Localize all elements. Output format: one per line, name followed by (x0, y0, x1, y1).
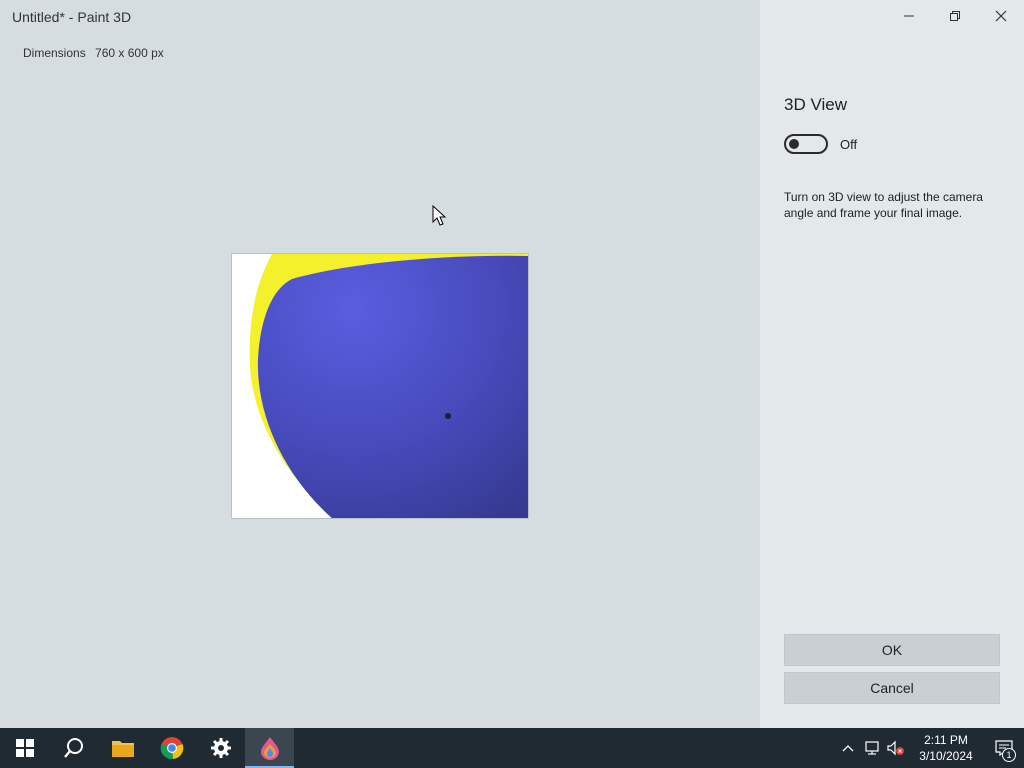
canvas-artwork (232, 254, 528, 518)
chevron-up-icon (842, 745, 854, 752)
dimensions-readout: Dimensions 760 x 600 px (23, 46, 164, 60)
blue-sphere (257, 255, 528, 518)
3d-view-toggle-row: Off (784, 134, 857, 154)
3d-view-toggle[interactable] (784, 134, 828, 154)
cancel-button[interactable]: Cancel (784, 672, 1000, 704)
settings-button[interactable] (196, 728, 245, 768)
window-controls (886, 0, 1024, 32)
app-title: Untitled* - Paint 3D (12, 9, 132, 25)
workspace[interactable]: Untitled* - Paint 3D Dimensions 760 x 60… (0, 0, 760, 728)
panel-title: 3D View (784, 95, 847, 114)
drawing-canvas[interactable] (231, 253, 529, 519)
system-tray: 2:11 PM 3/10/2024 1 (836, 728, 1024, 768)
notification-count-badge: 1 (1002, 748, 1016, 762)
toggle-state-label: Off (840, 136, 858, 152)
file-explorer-icon (111, 741, 134, 757)
paint3d-button[interactable] (245, 728, 294, 768)
file-explorer-button[interactable] (98, 728, 147, 768)
mouse-cursor-icon (432, 205, 447, 226)
settings-icon (210, 738, 231, 758)
clock-time: 2:11 PM (924, 733, 968, 747)
start-button[interactable] (0, 728, 49, 768)
paint3d-icon (260, 737, 279, 760)
chrome-button[interactable] (147, 728, 196, 768)
action-center-button[interactable]: 1 (984, 728, 1024, 768)
taskbar-clock[interactable]: 2:11 PM 3/10/2024 (908, 732, 984, 764)
panel-description: Turn on 3D view to adjust the camera ang… (784, 190, 983, 220)
start-icon (15, 739, 34, 757)
search-icon (63, 738, 83, 758)
network-button[interactable] (860, 728, 884, 768)
clock-date: 3/10/2024 (919, 749, 973, 763)
sphere-dot (445, 413, 451, 419)
volume-muted-icon (887, 740, 904, 756)
minimize-icon (904, 15, 914, 17)
chrome-icon (160, 737, 183, 760)
close-button[interactable] (978, 0, 1024, 32)
close-icon (995, 10, 1007, 22)
show-hidden-icons-button[interactable] (836, 728, 860, 768)
minimize-button[interactable] (886, 0, 932, 32)
side-panel: 3D View Off Turn on 3D view to adjust th… (760, 0, 1024, 728)
restore-icon (950, 11, 960, 21)
volume-button[interactable] (884, 728, 908, 768)
network-icon (865, 741, 879, 755)
taskbar: 2:11 PM 3/10/2024 1 (0, 728, 1024, 768)
dimensions-value: 760 x 600 px (95, 46, 164, 60)
dimensions-label: Dimensions (23, 46, 86, 60)
search-button[interactable] (49, 728, 98, 768)
ok-button[interactable]: OK (784, 634, 1000, 666)
toggle-knob (789, 139, 799, 149)
restore-button[interactable] (932, 0, 978, 32)
